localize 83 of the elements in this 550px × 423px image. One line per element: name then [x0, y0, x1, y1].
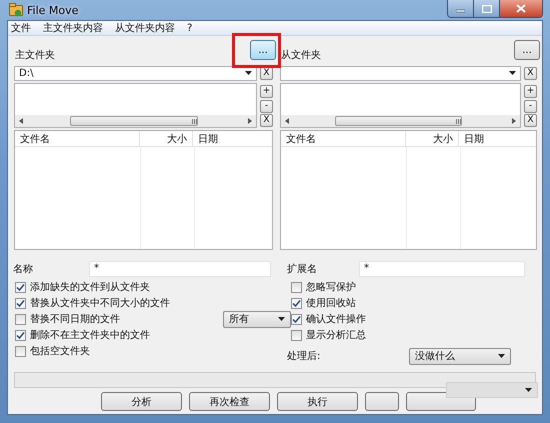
- clear-list-button[interactable]: X: [260, 114, 273, 127]
- checkbox[interactable]: [291, 282, 302, 292]
- browse-button[interactable]: ...: [250, 40, 276, 60]
- left-arrow-icon: [19, 118, 23, 124]
- column-header[interactable]: 日期: [459, 131, 536, 146]
- column-header[interactable]: 大小: [140, 131, 193, 146]
- maximize-icon: [482, 4, 492, 12]
- input-field[interactable]: *: [359, 260, 525, 276]
- field-label: 扩展名: [287, 262, 318, 276]
- grip-icon: [192, 118, 197, 124]
- checkbox-label: 显示分析汇总: [306, 328, 366, 342]
- left-arrow-icon: [285, 118, 289, 124]
- input-field[interactable]: *: [89, 260, 271, 276]
- checkbox-label: 添加缺失的文件到从文件夹: [30, 280, 150, 294]
- window-title: File Move: [27, 4, 78, 16]
- action-button[interactable]: 再次检查: [189, 392, 270, 411]
- folder-label: 从文件夹: [280, 48, 321, 63]
- checkbox-label: 确认文件操作: [306, 312, 366, 326]
- checkbox-label: 替换从文件夹中不同大小的文件: [30, 296, 170, 310]
- dropdown-value: 没做什么: [415, 350, 455, 363]
- right-arrow-icon: [512, 118, 516, 124]
- field-label: 处理后:: [287, 350, 322, 363]
- folder-list[interactable]: [280, 83, 521, 128]
- checkbox-label: 替换不同日期的文件: [30, 312, 120, 326]
- caret-icon: [509, 71, 516, 75]
- column-header[interactable]: 文件名: [281, 131, 406, 146]
- add-button[interactable]: +: [260, 85, 273, 98]
- close-icon: [516, 4, 526, 13]
- file-table[interactable]: 文件名 大小 日期: [280, 130, 537, 250]
- folder-label: 主文件夹: [14, 48, 55, 63]
- dropdown-value: 所有: [229, 312, 249, 326]
- maximize-button[interactable]: [473, 0, 499, 17]
- checkbox[interactable]: [15, 314, 26, 324]
- button[interactable]: [365, 392, 399, 411]
- close-button[interactable]: [499, 0, 542, 17]
- checkbox[interactable]: [15, 330, 26, 340]
- grip-icon: [456, 118, 462, 124]
- scrollbar-thumb[interactable]: [335, 116, 462, 126]
- horizontal-scrollbar[interactable]: [281, 115, 520, 127]
- field-label: 名称: [13, 262, 34, 276]
- checkbox[interactable]: [291, 330, 302, 340]
- checkbox-label: 忽略写保护: [306, 280, 356, 294]
- after-dropdown[interactable]: 没做什么: [409, 348, 511, 364]
- menu-item[interactable]: 文件: [11, 21, 31, 35]
- checkbox[interactable]: [291, 314, 302, 324]
- remove-button[interactable]: -: [524, 100, 537, 112]
- checkbox[interactable]: [291, 298, 302, 308]
- column-header[interactable]: 日期: [193, 131, 272, 146]
- field-value: *: [364, 263, 369, 274]
- menu-item[interactable]: ?: [187, 22, 192, 34]
- caret-icon: [278, 317, 285, 321]
- menu-item[interactable]: 从文件夹内容: [115, 21, 175, 35]
- menu-item[interactable]: 主文件夹内容: [43, 21, 103, 35]
- date-dropdown[interactable]: 所有: [223, 310, 291, 328]
- right-arrow-icon: [248, 118, 252, 124]
- checkmark-icon: [16, 330, 25, 340]
- add-button[interactable]: +: [524, 85, 537, 98]
- checkbox-label: 使用回收站: [306, 296, 356, 310]
- action-button[interactable]: 执行: [277, 392, 358, 411]
- checkbox[interactable]: [15, 282, 26, 292]
- caret-icon: [498, 354, 505, 358]
- path-text: D:\: [19, 68, 34, 78]
- folder-icon: [9, 3, 23, 17]
- checkbox[interactable]: [15, 298, 26, 308]
- path-dropdown[interactable]: [280, 66, 521, 80]
- checkbox-label: 删除不在主文件夹中的文件: [30, 328, 150, 342]
- field-value: *: [94, 263, 99, 274]
- column-header[interactable]: 文件名: [15, 131, 140, 146]
- checkbox-label: 包括空文件夹: [30, 344, 90, 358]
- browse-button[interactable]: ...: [514, 40, 540, 60]
- file-table[interactable]: 文件名 大小 日期: [14, 130, 273, 250]
- scrollbar-thumb[interactable]: [70, 116, 198, 126]
- folder-list[interactable]: [14, 83, 257, 128]
- clear-list-button[interactable]: X: [524, 114, 537, 127]
- clear-button[interactable]: X: [524, 66, 537, 80]
- checkbox[interactable]: [15, 346, 26, 356]
- caret-icon: [245, 71, 252, 75]
- horizontal-scrollbar[interactable]: [15, 115, 256, 127]
- remove-button[interactable]: -: [260, 100, 273, 112]
- action-button[interactable]: 分析: [101, 392, 182, 411]
- highlight-frame: [232, 33, 281, 68]
- path-dropdown[interactable]: D:\: [14, 66, 257, 80]
- column-header[interactable]: 大小: [406, 131, 459, 146]
